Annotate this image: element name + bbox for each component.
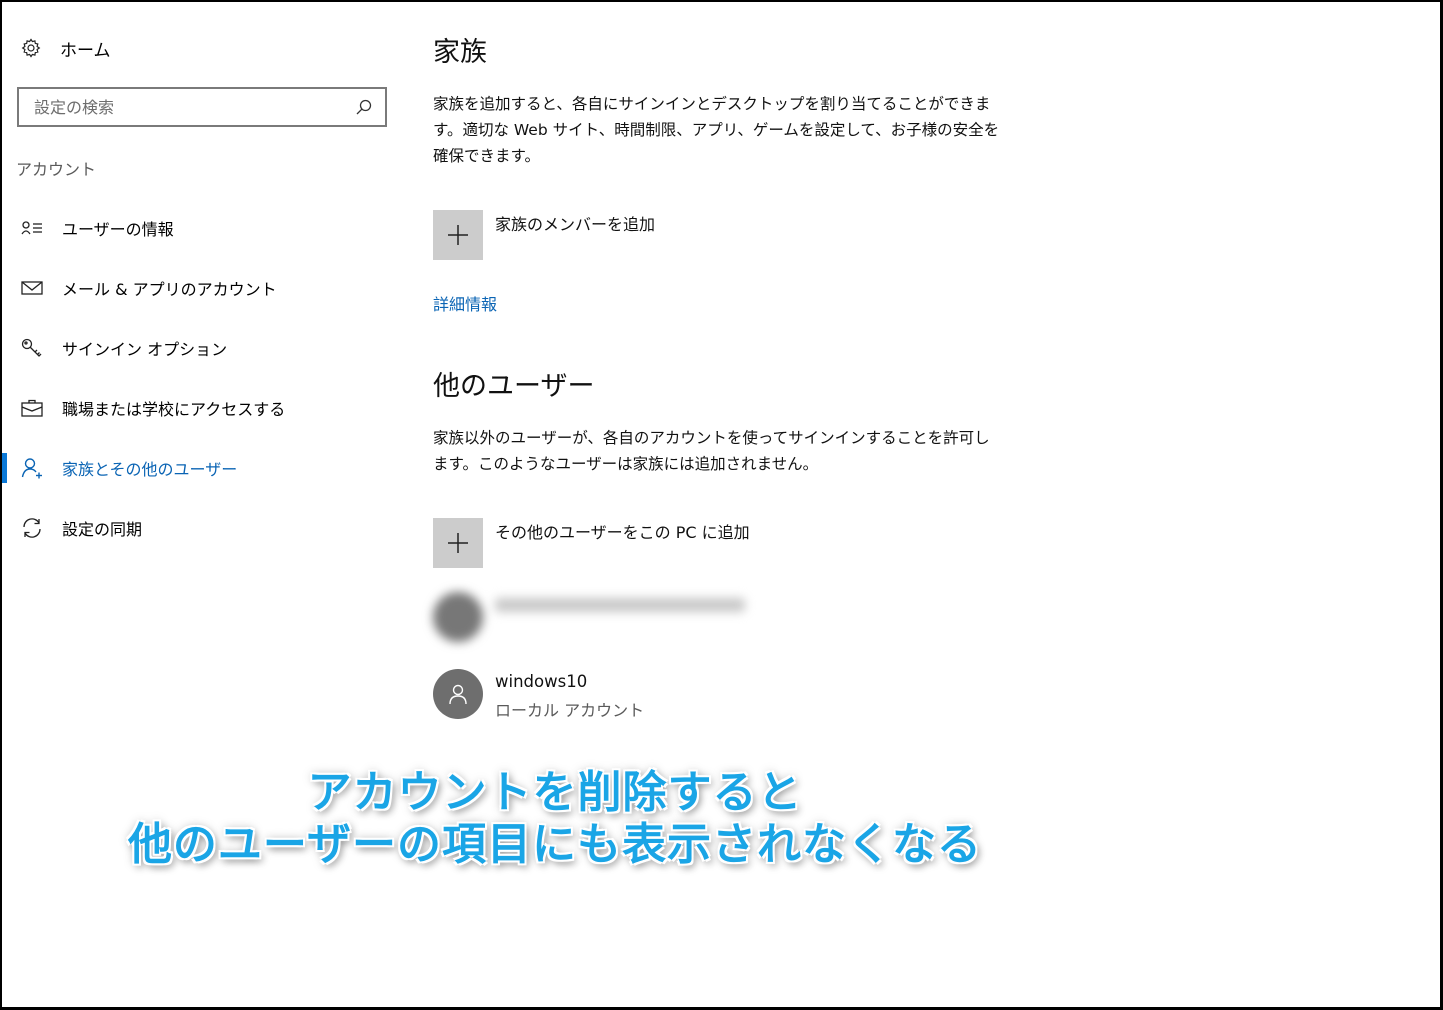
sidebar-item-label: メール & アプリのアカウント [62, 280, 277, 299]
user-info-icon [20, 217, 44, 239]
more-info-link[interactable]: 詳細情報 [433, 291, 497, 315]
search-icon[interactable] [351, 94, 377, 120]
sync-icon [20, 517, 44, 539]
user-name: windows10 [495, 672, 588, 691]
annotation-line-2: 他のユーザーの項目にも表示されなくなる [127, 819, 983, 870]
sidebar-item-sign-in-options[interactable]: サインイン オプション [0, 330, 400, 366]
mail-icon [20, 277, 44, 299]
blurred-user-row[interactable] [433, 592, 773, 642]
family-description: 家族を追加すると、各自にサインインとデスクトップを割り当てることができます。適切… [433, 95, 1000, 165]
sidebar-item-user-info[interactable]: ユーザーの情報 [0, 210, 400, 246]
section-label-account: アカウント [16, 160, 97, 179]
family-title: 家族 [433, 37, 487, 68]
home-link[interactable]: ホーム [20, 34, 111, 62]
redacted-email [495, 598, 745, 612]
sidebar-item-label: 職場または学校にアクセスする [62, 400, 286, 419]
add-other-user-label[interactable]: その他のユーザーをこの PC に追加 [495, 519, 750, 543]
user-account-type: ローカル アカウント [495, 701, 645, 720]
search-box [17, 87, 387, 127]
sidebar-item-label: ユーザーの情報 [62, 220, 174, 239]
add-other-user-button[interactable] [433, 518, 483, 568]
sidebar-item-label: 設定の同期 [62, 520, 143, 539]
sidebar-item-sync-settings[interactable]: 設定の同期 [0, 510, 400, 546]
sidebar-item-label: サインイン オプション [62, 340, 228, 359]
sidebar-item-work-school[interactable]: 職場または学校にアクセスする [0, 390, 400, 426]
home-label: ホーム [60, 40, 111, 61]
sidebar-item-mail-accounts[interactable]: メール & アプリのアカウント [0, 270, 400, 306]
user-silhouette-icon [449, 684, 467, 705]
other-users-description: 家族以外のユーザーが、各自のアカウントを使ってサインインすることを許可します。こ… [433, 429, 990, 473]
key-icon [20, 337, 44, 359]
briefcase-icon [20, 397, 44, 419]
avatar [433, 669, 483, 719]
add-family-member-label[interactable]: 家族のメンバーを追加 [495, 211, 655, 235]
plus-icon [448, 225, 468, 245]
sidebar-item-family-other-users[interactable]: 家族とその他のユーザー [0, 450, 400, 486]
gear-icon [20, 37, 42, 59]
add-family-member-button[interactable] [433, 210, 483, 260]
other-users-title: 他のユーザー [433, 371, 595, 402]
sidebar-item-label: 家族とその他のユーザー [62, 460, 238, 479]
plus-icon [448, 533, 468, 553]
avatar [433, 592, 483, 642]
person-icon [20, 457, 44, 479]
active-indicator [2, 453, 7, 483]
search-input[interactable] [19, 89, 351, 125]
